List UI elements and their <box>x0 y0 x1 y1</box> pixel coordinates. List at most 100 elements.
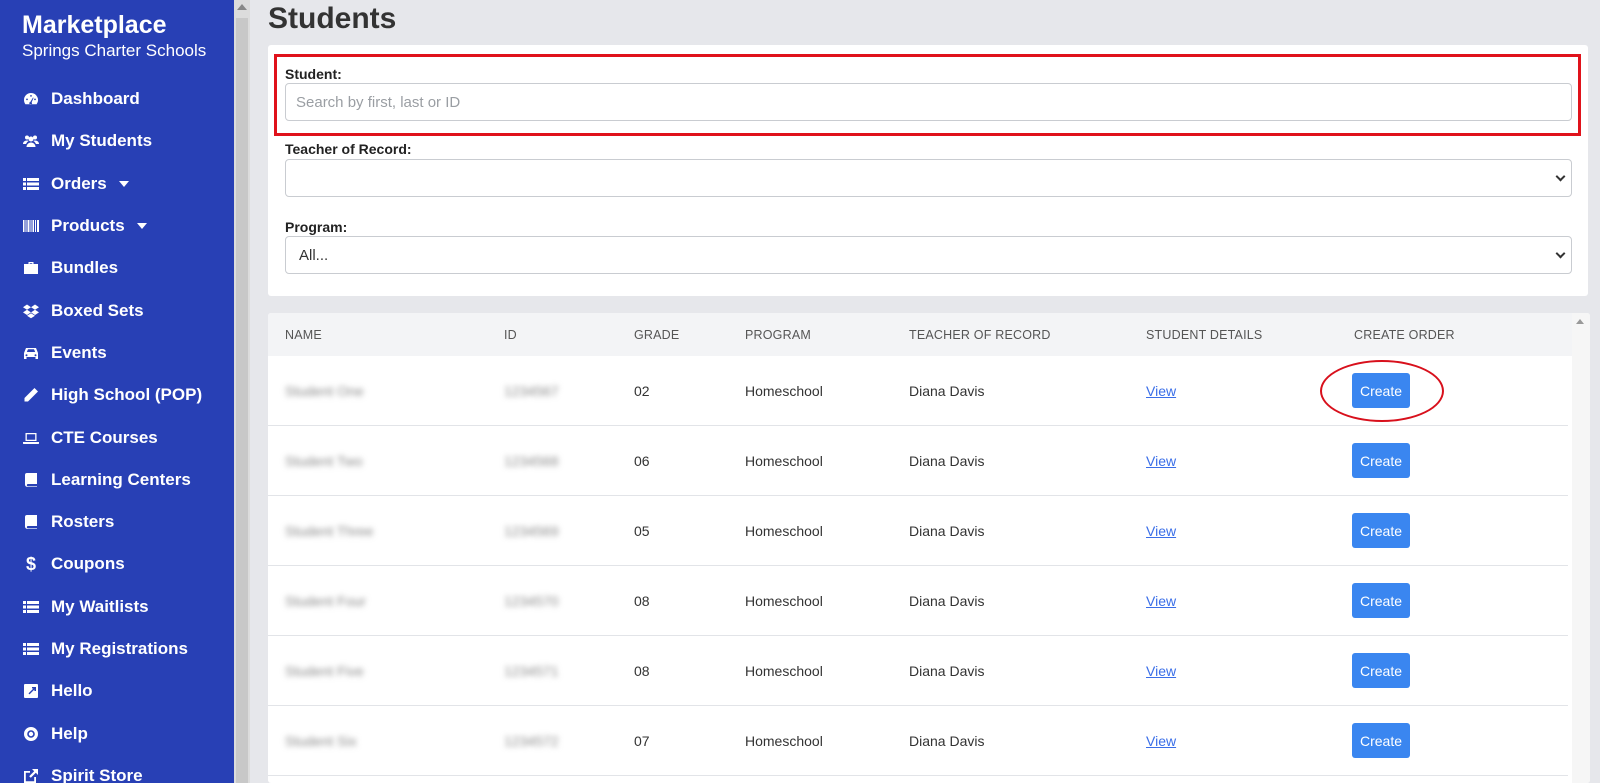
sidebar-item-label: Hello <box>51 681 93 701</box>
student-name: Student Two <box>285 453 363 469</box>
create-order-button[interactable]: Create <box>1352 653 1410 688</box>
table-row: Student Four 1234570 08 Homeschool Diana… <box>268 566 1568 636</box>
sidebar-item-dashboard[interactable]: Dashboard <box>0 78 234 120</box>
sidebar-item-learning-centers[interactable]: Learning Centers <box>0 459 234 501</box>
column-header-teacher[interactable]: TEACHER OF RECORD <box>909 328 1051 342</box>
create-order-button[interactable]: Create <box>1352 443 1410 478</box>
pencil-icon <box>22 386 40 404</box>
table-row: Student Five 1234571 08 Homeschool Diana… <box>268 636 1568 706</box>
column-header-program[interactable]: PROGRAM <box>745 328 811 342</box>
table-row: Student Three 1234569 05 Homeschool Dian… <box>268 496 1568 566</box>
student-grade: 08 <box>634 663 650 679</box>
sidebar-item-label: Coupons <box>51 554 125 574</box>
teacher-label: Teacher of Record: <box>285 141 412 157</box>
create-order-button[interactable]: Create <box>1352 373 1410 408</box>
student-id: 1234567 <box>504 383 559 399</box>
sidebar-item-orders[interactable]: Orders <box>0 163 234 205</box>
sidebar-item-label: Bundles <box>51 258 119 278</box>
column-header-grade[interactable]: GRADE <box>634 328 679 342</box>
sidebar: Marketplace Springs Charter Schools Dash… <box>0 0 234 783</box>
sidebar-item-label: My Waitlists <box>51 596 149 616</box>
external-link-icon <box>22 767 40 783</box>
student-id: 1234571 <box>504 663 559 679</box>
sidebar-item-label: Help <box>51 723 88 743</box>
view-details-link[interactable]: View <box>1146 593 1176 609</box>
sidebar-item-products[interactable]: Products <box>0 205 234 247</box>
sidebar-item-label: Products <box>51 216 125 236</box>
dropbox-icon <box>22 302 40 320</box>
sidebar-item-my-waitlists[interactable]: My Waitlists <box>0 586 234 628</box>
list-icon <box>22 640 40 658</box>
sidebar-item-high-school[interactable]: High School (POP) <box>0 374 234 416</box>
sidebar-item-label: My Students <box>51 131 153 151</box>
sidebar-item-hello[interactable]: Hello <box>0 670 234 712</box>
student-program: Homeschool <box>745 663 823 679</box>
table-scrollbar[interactable] <box>1572 313 1590 783</box>
sidebar-item-bundles[interactable]: Bundles <box>0 247 234 289</box>
sidebar-item-rosters[interactable]: Rosters <box>0 501 234 543</box>
sidebar-item-label: Boxed Sets <box>51 300 144 320</box>
sidebar-item-help[interactable]: Help <box>0 712 234 754</box>
program-label: Program: <box>285 219 348 235</box>
sidebar-item-boxed-sets[interactable]: Boxed Sets <box>0 289 234 331</box>
view-details-link[interactable]: View <box>1146 383 1176 399</box>
student-grade: 02 <box>634 383 650 399</box>
student-grade: 07 <box>634 733 650 749</box>
chevron-down-icon <box>1555 248 1566 259</box>
brand-title: Marketplace <box>22 11 167 39</box>
table-row: Student One 1234567 02 Homeschool Diana … <box>268 356 1568 426</box>
lifebuoy-icon <box>22 725 40 743</box>
column-header-create-order[interactable]: CREATE ORDER <box>1354 328 1455 342</box>
teacher-select[interactable] <box>285 159 1572 197</box>
sidebar-item-coupons[interactable]: $ Coupons <box>0 543 234 585</box>
program-select[interactable]: All... <box>285 236 1572 274</box>
barcode-icon <box>22 217 40 235</box>
view-details-link[interactable]: View <box>1146 733 1176 749</box>
chevron-down-icon <box>1555 171 1566 182</box>
scrollbar-thumb[interactable] <box>236 18 248 783</box>
sidebar-item-label: Spirit Store <box>51 765 143 783</box>
list-icon <box>22 598 40 616</box>
table-row: Student Six 1234572 07 Homeschool Diana … <box>268 706 1568 776</box>
create-order-button[interactable]: Create <box>1352 513 1410 548</box>
student-name: Student Five <box>285 663 364 679</box>
view-details-link[interactable]: View <box>1146 663 1176 679</box>
sidebar-item-my-students[interactable]: My Students <box>0 120 234 162</box>
car-icon <box>22 344 40 362</box>
sidebar-item-my-registrations[interactable]: My Registrations <box>0 628 234 670</box>
sidebar-item-events[interactable]: Events <box>0 332 234 374</box>
create-order-button[interactable]: Create <box>1352 723 1410 758</box>
filter-panel: Student: Teacher of Record: Program: All… <box>268 45 1588 296</box>
view-details-link[interactable]: View <box>1146 523 1176 539</box>
column-header-name[interactable]: NAME <box>285 328 322 342</box>
student-program: Homeschool <box>745 593 823 609</box>
student-name: Student Four <box>285 593 366 609</box>
scroll-up-icon[interactable] <box>1576 319 1584 324</box>
student-search-input[interactable] <box>285 83 1572 121</box>
students-table: NAME ID GRADE PROGRAM TEACHER OF RECORD … <box>268 313 1590 783</box>
column-header-id[interactable]: ID <box>504 328 517 342</box>
student-name: Student Six <box>285 733 357 749</box>
users-icon <box>22 132 40 150</box>
sidebar-item-cte-courses[interactable]: CTE Courses <box>0 416 234 458</box>
student-id: 1234570 <box>504 593 559 609</box>
laptop-icon <box>22 429 40 447</box>
table-row: Student Two 1234568 06 Homeschool Diana … <box>268 426 1568 496</box>
briefcase-icon <box>22 259 40 277</box>
scroll-up-icon[interactable] <box>237 4 247 10</box>
sidebar-item-label: Learning Centers <box>51 469 191 489</box>
sidebar-item-spirit-store[interactable]: Spirit Store <box>0 755 234 783</box>
view-details-link[interactable]: View <box>1146 453 1176 469</box>
create-order-button[interactable]: Create <box>1352 583 1410 618</box>
sidebar-item-label: Rosters <box>51 512 115 532</box>
student-teacher: Diana Davis <box>909 523 985 539</box>
student-id: 1234568 <box>504 453 559 469</box>
brand[interactable]: Marketplace Springs Charter Schools <box>22 10 206 62</box>
column-header-student-details[interactable]: STUDENT DETAILS <box>1146 328 1262 342</box>
sidebar-nav: Dashboard My Students Orders Products Bu… <box>0 78 234 783</box>
student-name: Student One <box>285 383 364 399</box>
brand-subtitle: Springs Charter Schools <box>22 41 207 60</box>
page-scrollbar[interactable] <box>234 0 250 783</box>
sidebar-item-label: My Registrations <box>51 639 188 658</box>
program-select-value: All... <box>299 246 329 264</box>
